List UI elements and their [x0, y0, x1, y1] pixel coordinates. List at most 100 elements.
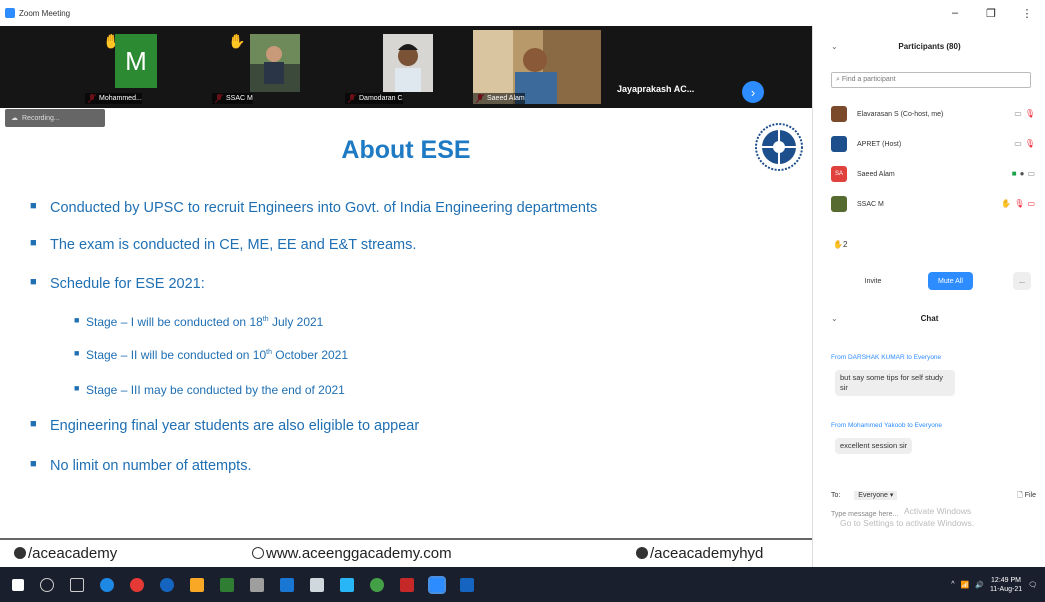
- mic-muted-icon: 🎙: [1024, 139, 1035, 148]
- restore-button[interactable]: ❐: [973, 0, 1009, 26]
- notification-icon[interactable]: 🗨: [1028, 581, 1037, 589]
- avatar: [831, 196, 847, 212]
- store-icon[interactable]: [340, 577, 354, 592]
- mute-all-button[interactable]: Mute All: [928, 272, 973, 290]
- list-item: ■ Schedule for ESE 2021:: [30, 276, 205, 292]
- participants-header: ⌄ Participants (80): [813, 26, 1045, 66]
- avatar: [831, 136, 847, 152]
- app-icon[interactable]: [400, 577, 414, 592]
- video-off-icon: ▭: [1014, 109, 1022, 118]
- video-off-icon: ▭: [1014, 139, 1022, 148]
- collapse-icon[interactable]: ⌄: [831, 42, 838, 51]
- avatar: [831, 106, 847, 122]
- chevron-right-icon: ›: [750, 84, 756, 100]
- file-icon: 🗋: [1017, 492, 1023, 499]
- chevron-up-icon[interactable]: ^: [951, 581, 954, 588]
- participant-photo: [250, 34, 300, 92]
- windows-start-icon[interactable]: [12, 578, 24, 591]
- minimize-button[interactable]: –: [937, 0, 973, 26]
- more-options-button[interactable]: ⋮: [1009, 0, 1045, 26]
- calculator-icon[interactable]: [250, 577, 264, 592]
- chat-sender[interactable]: From Mohammed Yakoob to Everyone: [831, 422, 942, 429]
- avatar: SA: [831, 166, 847, 182]
- chrome-icon[interactable]: [130, 577, 144, 592]
- ace-academy-logo: [755, 123, 803, 171]
- network-icon[interactable]: 📶: [961, 581, 970, 589]
- bullet-icon: ■: [74, 348, 80, 358]
- instagram-handle: /aceacademyhyd: [636, 545, 763, 562]
- windows-activation-watermark: Activate Windows Go to Settings to activ…: [840, 506, 975, 528]
- bullet-icon: ■: [30, 237, 37, 249]
- slide-title: About ESE: [341, 136, 471, 164]
- video-strip: ✋ M Mohammed... ✋ SSAC M Damodaran C Sae…: [0, 26, 812, 108]
- mic-muted-icon: 🎙: [1014, 199, 1025, 208]
- list-item: ■ Engineering final year students are al…: [30, 418, 420, 434]
- video-tile[interactable]: ✋ M Mohammed...: [85, 30, 185, 104]
- zoom-taskbar-icon[interactable]: [428, 575, 446, 594]
- file-explorer-icon[interactable]: [190, 577, 204, 592]
- instagram-icon: [636, 547, 648, 559]
- file-button[interactable]: 🗋 File: [1017, 491, 1036, 502]
- participant-row[interactable]: SA Saeed Alam ■ ● ▭: [831, 162, 1041, 186]
- more-button[interactable]: ...: [1013, 272, 1031, 290]
- video-tile[interactable]: ✋ SSAC M: [212, 30, 312, 104]
- participant-row[interactable]: Elavarasan S (Co-host, me) ▭ 🎙: [831, 102, 1041, 126]
- raised-hands-count: ✋2: [833, 240, 848, 249]
- list-item: ■ The exam is conducted in CE, ME, EE an…: [30, 237, 417, 253]
- chat-message: excellent session sir: [835, 438, 913, 454]
- more-icon: ▭: [1027, 169, 1035, 178]
- participant-name: Saeed Alam: [473, 93, 525, 104]
- sub-list-item: ■ Stage – III may be conducted by the en…: [74, 383, 345, 397]
- participant-photo: [383, 34, 433, 92]
- bullet-icon: ■: [30, 200, 37, 212]
- search-icon: ⌕: [836, 76, 840, 83]
- bullet-icon: ■: [30, 276, 37, 288]
- windows-taskbar: ^ 📶 🔊 12:49 PM 11-Aug-21 🗨: [0, 567, 1045, 602]
- participant-search-input[interactable]: ⌕ Find a participant: [831, 72, 1031, 88]
- participant-name: Mohammed...: [85, 93, 142, 104]
- sub-list-item: ■ Stage – II will be conducted on 10th O…: [74, 348, 349, 362]
- search-icon[interactable]: [40, 577, 54, 592]
- chrome-alt-icon[interactable]: [370, 577, 384, 592]
- window-title: Zoom Meeting: [19, 8, 71, 18]
- next-videos-button[interactable]: ›: [742, 81, 764, 103]
- zoom-app-icon: [5, 8, 15, 18]
- chat-sender[interactable]: From DARSHAK KUMAR to Everyone: [831, 354, 941, 361]
- participant-row[interactable]: APRET (Host) ▭ 🎙: [831, 132, 1041, 156]
- collapse-icon[interactable]: ⌄: [831, 314, 838, 323]
- bullet-icon: ■: [74, 383, 80, 393]
- app-icon[interactable]: [280, 577, 294, 592]
- slide-footer: /aceacademy www.aceenggacademy.com /acea…: [0, 538, 812, 567]
- volume-icon[interactable]: 🔊: [975, 581, 984, 589]
- active-speaker-name[interactable]: Jayaprakash AC...: [617, 84, 694, 94]
- mic-icon: ●: [1019, 169, 1025, 178]
- title-bar: Zoom Meeting – ❐ ⋮: [0, 0, 1045, 26]
- zoom-window: Zoom Meeting – ❐ ⋮ ✋ M Mohammed... ✋ SSA…: [0, 0, 1045, 602]
- bullet-icon: ■: [30, 458, 37, 470]
- mic-muted-icon: 🎙: [1024, 109, 1035, 118]
- video-on-icon: ■: [1011, 169, 1017, 178]
- bullet-icon: ■: [30, 418, 37, 430]
- video-off-icon: ▭: [1027, 199, 1035, 208]
- shared-slide: About ESE ■ Conducted by UPSC to recruit…: [0, 108, 812, 538]
- paint-icon[interactable]: [310, 577, 324, 592]
- participants-title: Participants (80): [898, 41, 961, 51]
- recording-badge[interactable]: ☁ Recording...: [5, 109, 105, 127]
- participant-row[interactable]: SSAC M ✋ 🎙 ▭: [831, 192, 1041, 216]
- list-item: ■ No limit on number of attempts.: [30, 458, 252, 474]
- excel-icon[interactable]: [220, 577, 234, 592]
- website-url: www.aceenggacademy.com: [252, 545, 452, 562]
- avatar: M: [115, 34, 157, 88]
- recipient-select[interactable]: Everyone ▾: [854, 491, 898, 500]
- facebook-handle: /aceacademy: [14, 545, 117, 562]
- internet-explorer-icon[interactable]: [160, 577, 174, 592]
- globe-icon: [252, 547, 264, 559]
- chat-message: but say some tips for self study sir: [835, 370, 955, 396]
- video-tile[interactable]: Damodaran C: [345, 30, 445, 104]
- invite-button[interactable]: Invite: [853, 272, 893, 290]
- word-icon[interactable]: [460, 577, 474, 592]
- video-tile[interactable]: Saeed Alam: [473, 30, 601, 104]
- edge-icon[interactable]: [100, 577, 114, 592]
- task-view-icon[interactable]: [70, 577, 84, 592]
- clock[interactable]: 12:49 PM 11-Aug-21: [990, 576, 1022, 594]
